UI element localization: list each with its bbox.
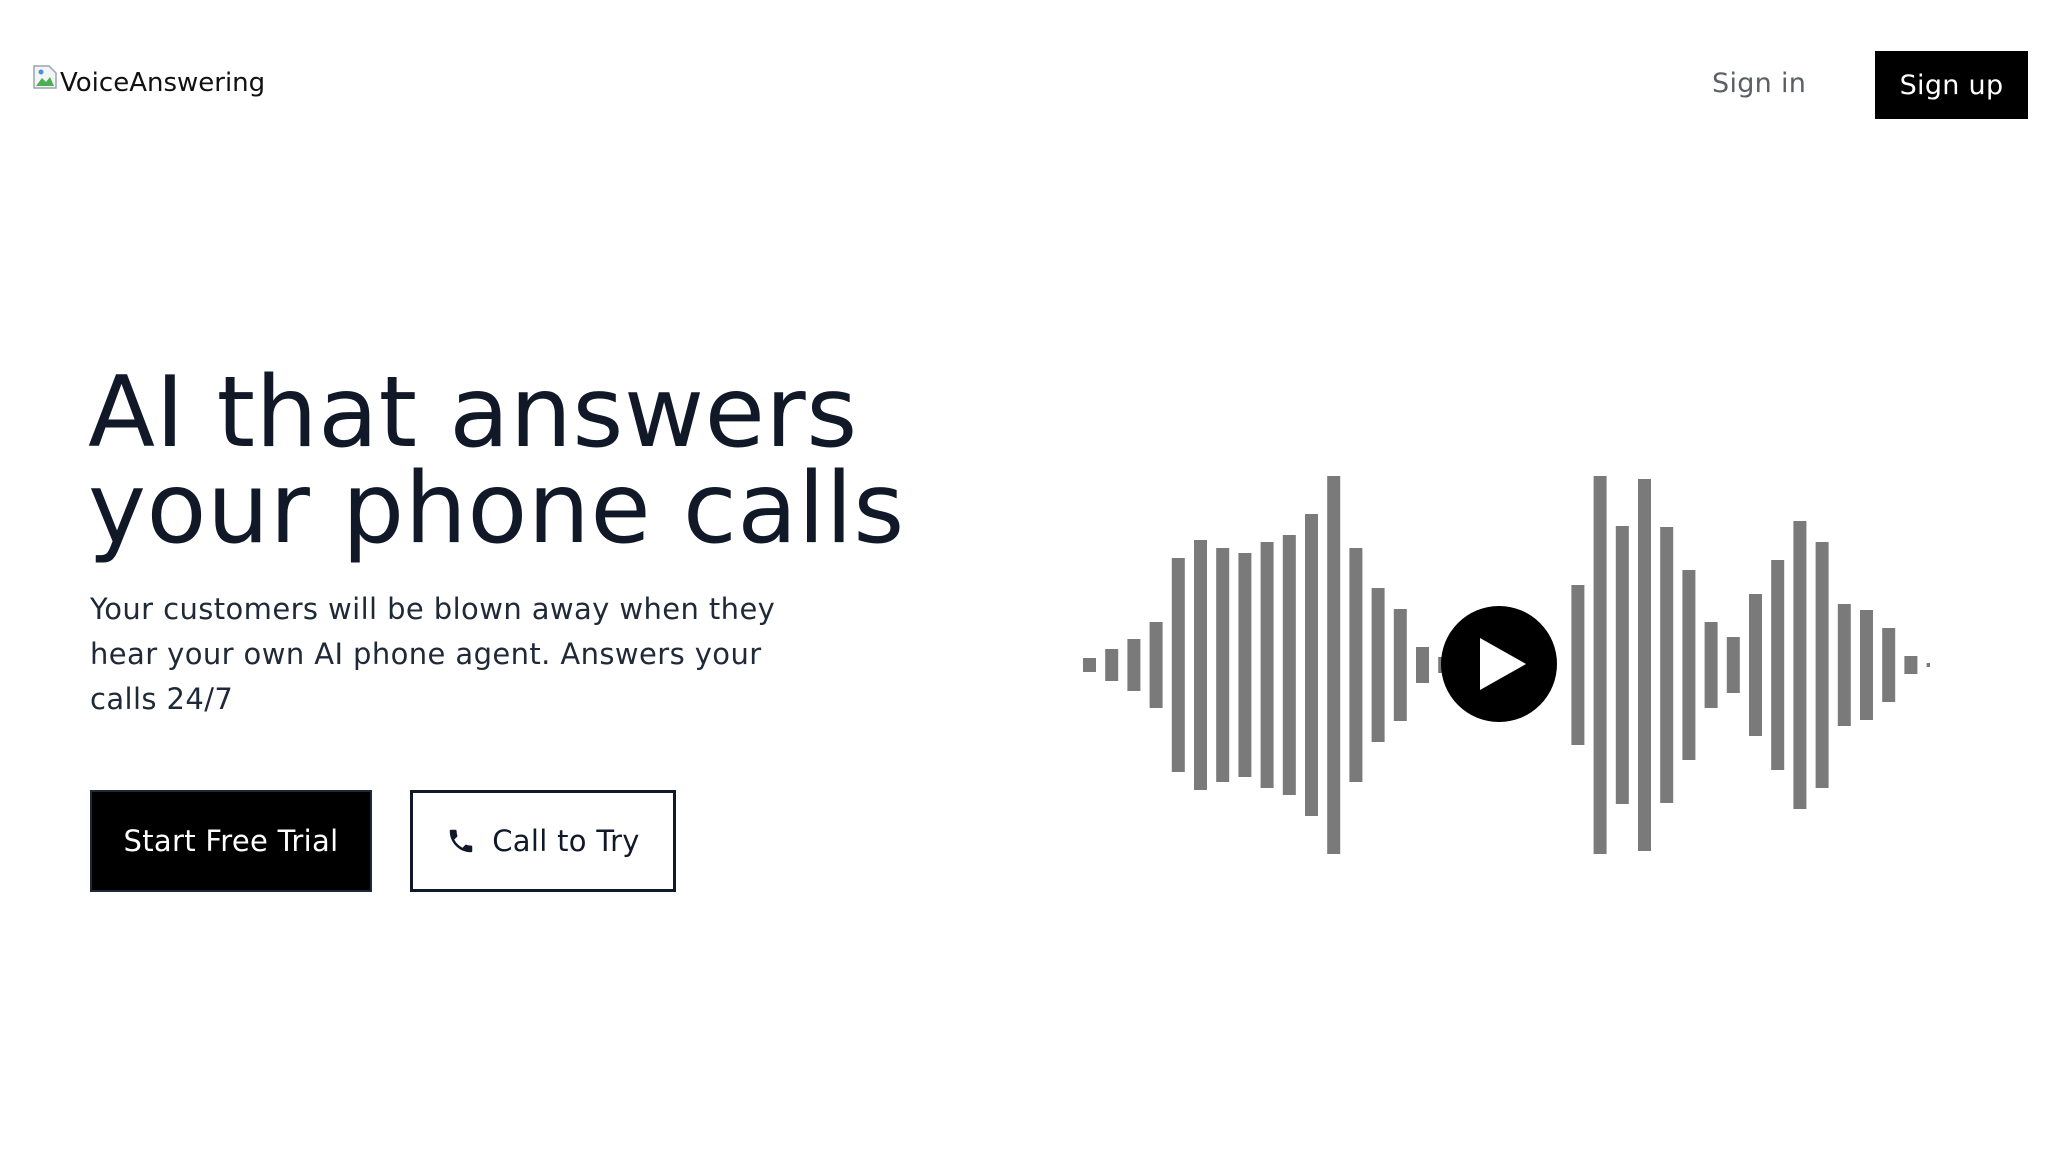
waveform-bar bbox=[1882, 628, 1896, 702]
waveform-bar bbox=[1815, 542, 1829, 788]
hero-title: AI that answers your phone calls bbox=[88, 356, 988, 566]
hero-title-line-1: AI that answers bbox=[88, 356, 858, 470]
broken-image-icon bbox=[33, 65, 57, 89]
waveform-bar bbox=[1860, 610, 1873, 720]
waveform-bar bbox=[1216, 548, 1230, 782]
play-icon bbox=[1480, 638, 1526, 690]
waveform-bar bbox=[1771, 560, 1785, 770]
waveform-bar bbox=[1726, 637, 1740, 693]
waveform-bar bbox=[1127, 639, 1141, 691]
hero-subtitle: Your customers will be blown away when t… bbox=[90, 592, 776, 716]
site-header: VoiceAnswering Sign in Sign up bbox=[0, 0, 2048, 170]
waveform-bar bbox=[1105, 649, 1119, 681]
waveform-bar bbox=[1837, 604, 1851, 726]
logo-alt-text: VoiceAnswering bbox=[60, 68, 266, 98]
start-free-trial-button[interactable]: Start Free Trial bbox=[90, 790, 372, 892]
waveform-bar bbox=[1305, 514, 1318, 816]
waveform-bar bbox=[1904, 656, 1918, 674]
waveform-bar bbox=[1238, 553, 1252, 777]
waveform-bar bbox=[1593, 476, 1607, 854]
waveform-bar bbox=[1615, 526, 1629, 804]
waveform-bar bbox=[1393, 609, 1407, 721]
call-to-try-button[interactable]: Call to Try bbox=[410, 790, 676, 892]
waveform-bar bbox=[1349, 548, 1363, 782]
waveform-bar bbox=[1660, 527, 1674, 803]
waveform-bar bbox=[1194, 540, 1207, 790]
logo[interactable]: VoiceAnswering bbox=[32, 65, 266, 100]
waveform-bar bbox=[1682, 570, 1696, 760]
waveform-bar bbox=[1704, 622, 1718, 708]
waveform-bar bbox=[1749, 594, 1762, 736]
waveform-bar bbox=[1260, 542, 1274, 788]
waveform-bar bbox=[1638, 479, 1651, 851]
waveform-bar bbox=[1083, 658, 1096, 672]
waveform-bar bbox=[1327, 476, 1341, 854]
waveform-bar bbox=[1571, 585, 1585, 745]
call-to-try-label: Call to Try bbox=[492, 824, 640, 858]
phone-icon bbox=[449, 829, 473, 853]
waveform-bar bbox=[1171, 558, 1185, 772]
start-free-trial-label: Start Free Trial bbox=[123, 824, 339, 858]
waveform-bar bbox=[1282, 535, 1296, 795]
waveform-bar bbox=[1926, 663, 1930, 667]
waveform-bar bbox=[1371, 588, 1385, 742]
waveform-bar bbox=[1149, 622, 1163, 708]
waveform-bar bbox=[1416, 647, 1429, 683]
sign-in-link[interactable]: Sign in bbox=[1712, 62, 1806, 106]
sign-up-button[interactable]: Sign up bbox=[1875, 51, 2028, 119]
play-button[interactable] bbox=[1441, 606, 1557, 722]
waveform-bar bbox=[1793, 521, 1807, 809]
hero-title-line-2: your phone calls bbox=[88, 452, 905, 566]
